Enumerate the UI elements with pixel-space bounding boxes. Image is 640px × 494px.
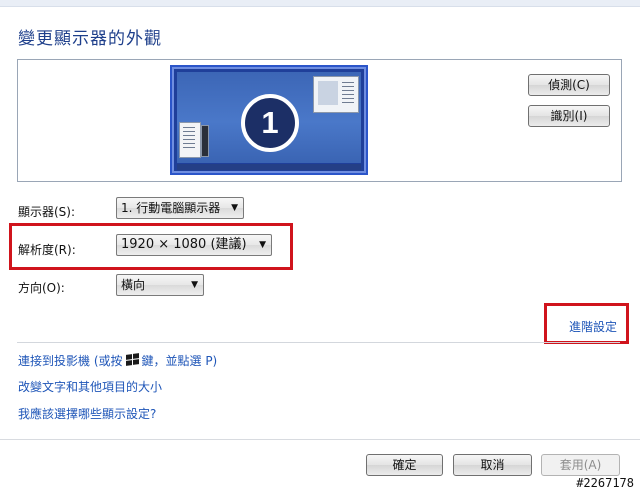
apply-button[interactable]: 套用(A) <box>541 454 620 476</box>
orientation-select[interactable]: 橫向 ▼ <box>116 274 204 296</box>
triangle-down-icon: ▼ <box>259 240 266 250</box>
triangle-down-icon: ▼ <box>231 203 238 213</box>
mini-tower-icon <box>201 125 209 157</box>
ok-button[interactable]: 確定 <box>366 454 443 476</box>
windows-logo-icon <box>125 353 139 367</box>
identify-button[interactable]: 識別(I) <box>528 105 610 127</box>
display-label: 顯示器(S): <box>18 205 76 219</box>
page-title: 變更顯示器的外觀 <box>18 29 162 49</box>
which-settings-link[interactable]: 我應該選擇哪些顯示設定? <box>18 405 156 422</box>
triangle-down-icon: ▼ <box>191 280 198 290</box>
monitor-1-preview[interactable]: 1 <box>170 65 368 175</box>
projector-link-prefix: 連接到投影機 (或按 <box>18 354 123 368</box>
resolution-label: 解析度(R): <box>18 243 76 257</box>
mini-window-icon <box>313 76 359 113</box>
text-size-link[interactable]: 改變文字和其他項目的大小 <box>18 378 162 395</box>
window-top-strip <box>0 0 640 7</box>
section-divider <box>17 342 620 343</box>
cancel-button[interactable]: 取消 <box>453 454 532 476</box>
orientation-label: 方向(O): <box>18 281 65 295</box>
detect-button[interactable]: 偵測(C) <box>528 74 610 96</box>
display-select[interactable]: 1. 行動電腦顯示器 ▼ <box>116 197 244 219</box>
footer-divider <box>0 439 640 440</box>
display-preview-panel: 1 偵測(C) 識別(I) <box>17 59 622 182</box>
monitor-number-badge: 1 <box>241 94 299 152</box>
orientation-select-value: 橫向 <box>121 278 146 292</box>
monitor-taskbar <box>177 164 361 170</box>
display-select-value: 1. 行動電腦顯示器 <box>121 201 221 215</box>
projector-link-suffix: 鍵，並點選 P) <box>141 354 218 368</box>
advanced-settings-link[interactable]: 進階設定 <box>569 318 617 335</box>
resolution-select[interactable]: 1920 × 1080 (建議) ▼ <box>116 234 272 256</box>
watermark: #2267178 <box>576 476 634 490</box>
connect-projector-link[interactable]: 連接到投影機 (或按 鍵，並點選 P) <box>18 352 217 369</box>
mini-document-icon <box>179 122 201 158</box>
resolution-select-value: 1920 × 1080 (建議) <box>121 237 247 252</box>
